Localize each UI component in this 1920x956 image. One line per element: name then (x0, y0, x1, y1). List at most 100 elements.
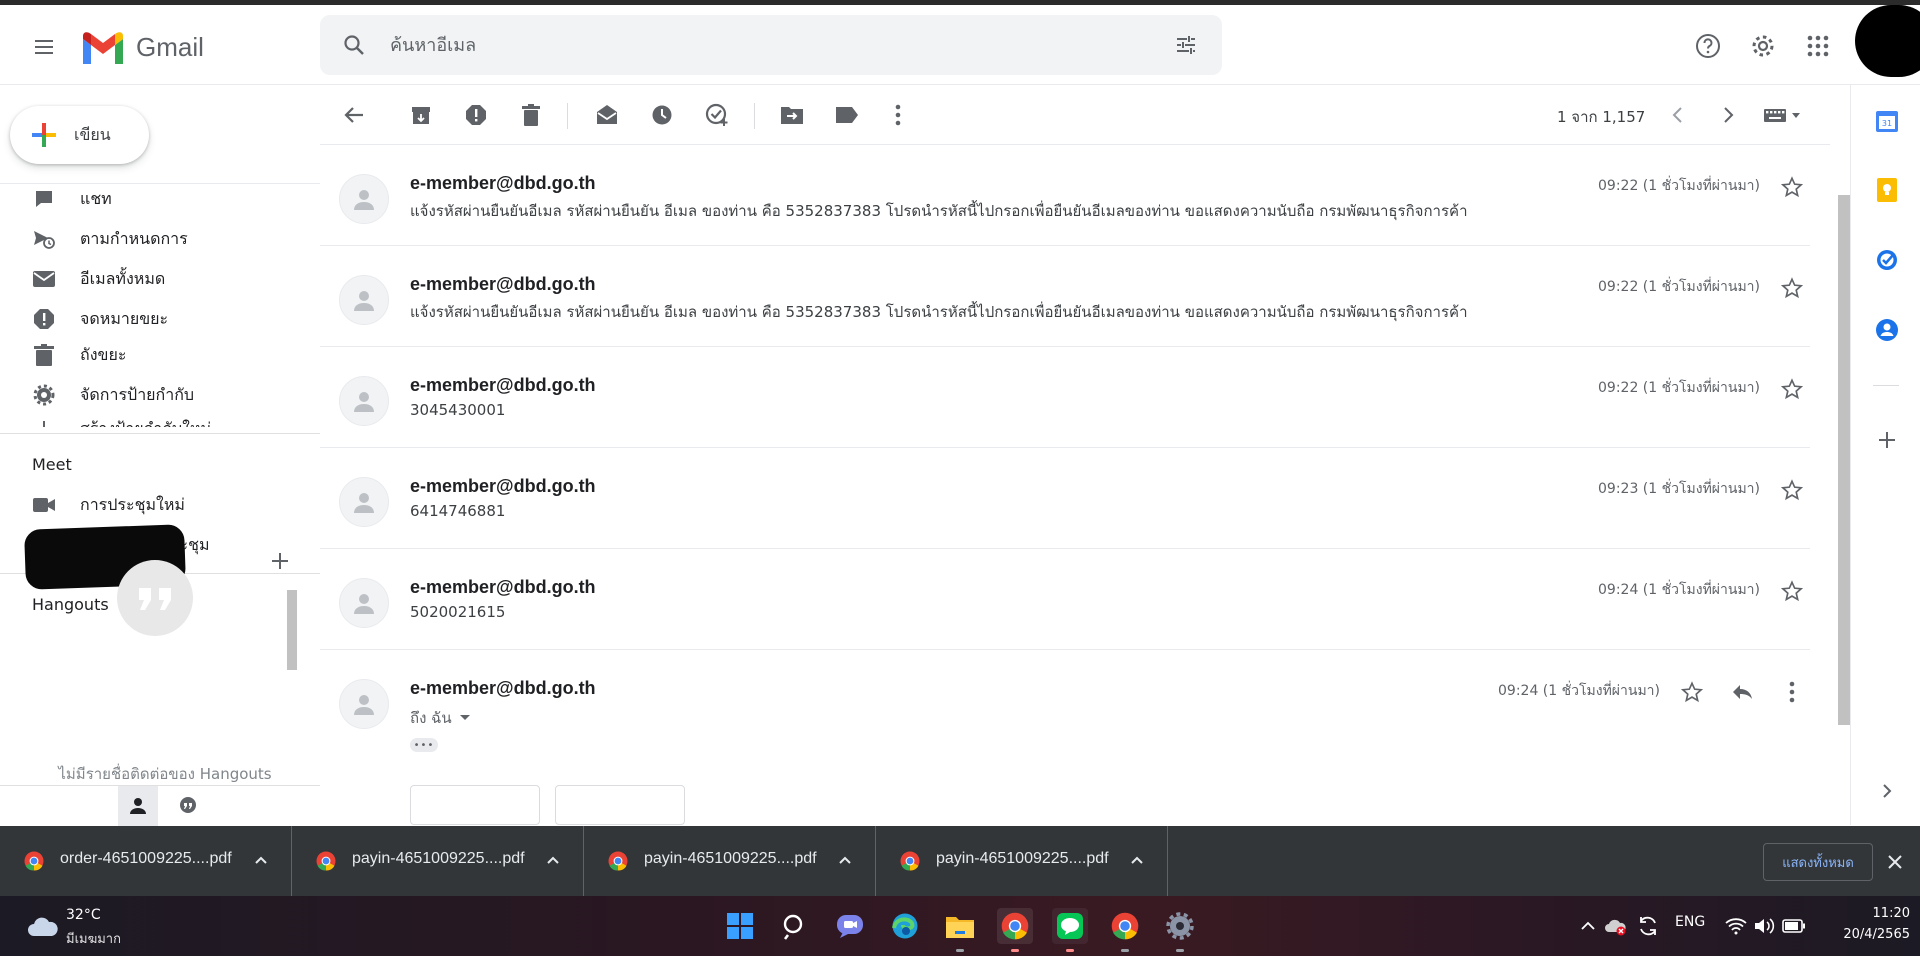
label-icon[interactable] (831, 99, 863, 131)
settings-gear-icon[interactable] (1745, 28, 1781, 64)
battery-icon[interactable] (1776, 908, 1812, 944)
nav-item-scheduled[interactable]: ตามกำหนดการ (0, 219, 320, 259)
sender-email[interactable]: e-member@dbd.go.th (410, 678, 596, 699)
add-to-tasks-icon[interactable] (701, 99, 733, 131)
sync-refresh-icon[interactable] (1630, 908, 1666, 944)
star-icon[interactable] (1774, 472, 1810, 508)
tasks-icon[interactable] (1873, 246, 1901, 274)
weather-temperature[interactable]: 32°C (66, 907, 101, 923)
star-icon[interactable] (1674, 674, 1710, 710)
sender-email: e-member@dbd.go.th (410, 274, 596, 294)
contacts-icon[interactable] (1873, 316, 1901, 344)
older-chevron-right-icon[interactable] (1712, 99, 1744, 131)
chevron-up-icon[interactable] (835, 850, 855, 870)
search-bar[interactable] (320, 15, 1222, 75)
input-tools-keyboard-icon[interactable] (1760, 99, 1804, 131)
gmail-logo[interactable]: Gmail (80, 27, 204, 67)
star-icon[interactable] (1774, 371, 1810, 407)
mark-unread-icon[interactable] (591, 99, 623, 131)
settings-taskbar-icon[interactable] (1162, 908, 1198, 952)
snooze-clock-icon[interactable] (646, 99, 678, 131)
help-icon[interactable] (1690, 28, 1726, 64)
downloads-bar: order-4651009225....pdf payin-4651009225… (0, 826, 1920, 896)
message-snippet: 6414746881 (410, 502, 506, 520)
nav-item-label: สร้างป้ายกำกับใหม่ (80, 417, 211, 428)
back-arrow-icon[interactable] (338, 99, 370, 131)
file-explorer-icon[interactable] (942, 908, 978, 952)
windows-start-icon[interactable] (722, 908, 758, 944)
line-app-icon[interactable] (1052, 908, 1088, 952)
thread-message[interactable]: e-member@dbd.go.th 6414746881 09:23 (1 ช… (320, 448, 1810, 549)
cloud-weather-icon[interactable] (26, 910, 58, 942)
video-icon (30, 491, 58, 519)
download-item[interactable]: order-4651009225....pdf (0, 826, 292, 896)
thread-message[interactable]: e-member@dbd.go.th 3045430001 09:22 (1 ช… (320, 347, 1810, 448)
input-language[interactable]: ENG (1675, 914, 1705, 930)
add-addon-plus-icon[interactable] (1873, 426, 1901, 454)
taskbar-clock[interactable]: 11:20 (1850, 906, 1910, 921)
nav-item-spam[interactable]: จดหมายขยะ (0, 299, 320, 338)
nav-item-trash[interactable]: ถังขยะ (0, 335, 320, 375)
teams-chat-icon[interactable] (832, 908, 868, 944)
message-time: 09:22 (1 ชั่วโมงที่ผ่านมา) (1598, 279, 1760, 295)
expand-panel-chevron-icon[interactable] (1873, 777, 1901, 805)
search-input[interactable] (390, 29, 1130, 61)
thread-message[interactable]: e-member@dbd.go.th แจ้งรหัสผ่านยืนยันอีเ… (320, 145, 1810, 246)
archive-icon[interactable] (405, 99, 437, 131)
forward-button[interactable] (555, 785, 685, 825)
chevron-up-icon[interactable] (543, 850, 563, 870)
download-item[interactable]: payin-4651009225....pdf (584, 826, 876, 896)
star-icon[interactable] (1774, 169, 1810, 205)
chrome-taskbar-icon[interactable] (997, 908, 1033, 952)
newer-chevron-left-icon[interactable] (1662, 99, 1694, 131)
search-icon[interactable] (338, 29, 370, 61)
show-trimmed-content-button[interactable]: ••• (410, 738, 438, 752)
nav-item-label: จดหมายขยะ (80, 308, 169, 328)
sender-avatar-icon (339, 477, 389, 527)
meet-new-meeting[interactable]: การประชุมใหม่ (0, 485, 320, 525)
delete-icon[interactable] (515, 99, 547, 131)
taskbar-date[interactable]: 20/4/2565 (1810, 927, 1910, 942)
chevron-up-icon[interactable] (1127, 850, 1147, 870)
recipient-details[interactable]: ถึง ฉัน (410, 706, 472, 730)
message-thread-list: e-member@dbd.go.th แจ้งรหัสผ่านยืนยันอีเ… (320, 145, 1840, 825)
reply-icon[interactable] (1724, 674, 1760, 710)
keep-icon[interactable] (1873, 176, 1901, 204)
search-options-icon[interactable] (1170, 29, 1202, 61)
download-item[interactable]: payin-4651009225....pdf (876, 826, 1168, 896)
nav-item-create-label-clipped[interactable]: สร้างป้ายกำกับใหม่ (0, 407, 320, 427)
edge-browser-icon[interactable] (887, 908, 923, 944)
report-spam-icon[interactable] (460, 99, 492, 131)
close-downloads-icon[interactable] (1883, 850, 1907, 874)
weather-condition[interactable]: มีเมฆมาก (66, 928, 121, 949)
hangouts-conversations-tab[interactable] (168, 786, 208, 826)
search-taskbar-icon[interactable] (777, 908, 813, 944)
hangouts-contacts-tab[interactable] (118, 786, 158, 826)
nav-item-all-mail[interactable]: อีเมลทั้งหมด (0, 259, 320, 299)
account-avatar-redacted[interactable] (1855, 5, 1920, 77)
star-icon[interactable] (1774, 270, 1810, 306)
chrome-profile-taskbar-icon[interactable] (1107, 908, 1143, 952)
nav-item-chat[interactable]: แชท (0, 184, 320, 219)
main-menu-icon[interactable] (24, 27, 64, 67)
hangouts-add-icon[interactable] (265, 546, 295, 576)
running-indicator (1176, 949, 1184, 952)
thread-message[interactable]: e-member@dbd.go.th 5020021615 09:24 (1 ช… (320, 549, 1810, 650)
compose-button[interactable]: เขียน (10, 106, 149, 164)
more-options-icon[interactable] (882, 99, 914, 131)
onedrive-error-icon[interactable] (1598, 908, 1634, 944)
message-more-icon[interactable] (1774, 674, 1810, 710)
nav-item-create-label[interactable]: สร้างป้ายกำกับใหม่ (0, 409, 320, 427)
running-indicator (1011, 949, 1019, 952)
download-item[interactable]: payin-4651009225....pdf (292, 826, 584, 896)
calendar-icon[interactable]: 31 (1873, 107, 1901, 135)
move-to-icon[interactable] (776, 99, 808, 131)
show-all-downloads-button[interactable]: แสดงทั้งหมด (1763, 843, 1873, 881)
star-icon[interactable] (1774, 573, 1810, 609)
reply-button[interactable] (410, 785, 540, 825)
compose-plus-icon (32, 123, 56, 147)
google-apps-icon[interactable] (1800, 28, 1836, 64)
thread-message[interactable]: e-member@dbd.go.th แจ้งรหัสผ่านยืนยันอีเ… (320, 246, 1810, 347)
chevron-up-icon[interactable] (251, 850, 271, 870)
message-time: 09:24 (1 ชั่วโมงที่ผ่านมา) (1598, 582, 1760, 598)
